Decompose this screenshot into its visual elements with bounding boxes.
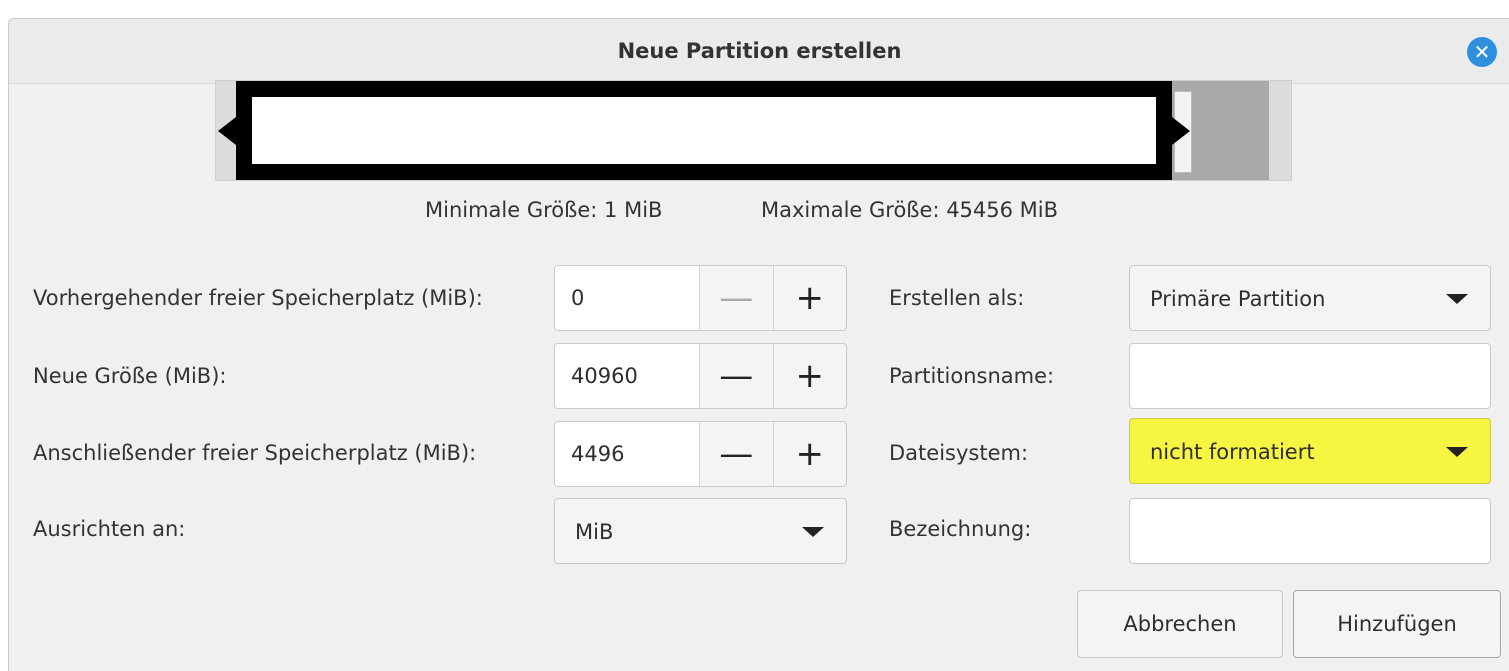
new-size-decrement-button[interactable]: — — [700, 344, 774, 408]
max-size-label: Maximale Größe: 45456 MiB — [761, 198, 1059, 222]
preceding-free-input[interactable]: 0 — [555, 266, 701, 330]
filesystem-label: Dateisystem: — [889, 441, 1029, 465]
label-field-label: Bezeichnung: — [889, 517, 1032, 541]
new-size-spinner[interactable]: 40960 — + — [554, 343, 847, 409]
partition-name-label: Partitionsname: — [889, 364, 1055, 388]
following-free-label: Anschließender freier Speicherplatz (MiB… — [33, 441, 477, 465]
following-free-spinner[interactable]: 4496 — + — [554, 421, 847, 487]
following-increment-button[interactable]: + — [774, 422, 846, 486]
partition-name-input[interactable] — [1129, 343, 1491, 409]
new-size-label: Neue Größe (MiB): — [33, 364, 227, 388]
min-size-label: Minimale Größe: 1 MiB — [425, 198, 663, 222]
filesystem-value: nicht formatiert — [1150, 440, 1315, 464]
add-button[interactable]: Hinzufügen — [1293, 590, 1501, 658]
chevron-down-icon — [802, 527, 824, 537]
preceding-decrement-button[interactable]: — — [700, 266, 774, 330]
preceding-free-spinner[interactable]: 0 — + — [554, 265, 847, 331]
partition-block[interactable] — [236, 81, 1172, 180]
create-as-value: Primäre Partition — [1150, 287, 1326, 311]
dialog-title: Neue Partition erstellen — [617, 39, 902, 63]
align-label: Ausrichten an: — [33, 517, 186, 541]
left-resize-handle[interactable] — [218, 117, 236, 145]
label-input[interactable] — [1129, 498, 1491, 564]
preceding-free-label: Vorhergehender freier Speicherplatz (MiB… — [33, 286, 483, 310]
cancel-button[interactable]: Abbrechen — [1077, 590, 1283, 658]
partition-fill — [252, 97, 1156, 164]
following-decrement-button[interactable]: — — [700, 422, 774, 486]
chevron-down-icon — [1446, 447, 1468, 457]
create-as-dropdown[interactable]: Primäre Partition — [1129, 265, 1491, 331]
close-icon[interactable]: ✕ — [1467, 37, 1497, 67]
create-as-label: Erstellen als: — [889, 286, 1025, 310]
preceding-increment-button[interactable]: + — [774, 266, 846, 330]
right-resize-handle[interactable] — [1172, 117, 1190, 145]
filesystem-dropdown[interactable]: nicht formatiert — [1129, 418, 1491, 484]
following-free-input[interactable]: 4496 — [555, 422, 701, 486]
partition-resizer[interactable] — [215, 80, 1292, 181]
new-size-input[interactable]: 40960 — [555, 344, 701, 408]
chevron-down-icon — [1446, 294, 1468, 304]
align-dropdown[interactable]: MiB — [554, 498, 847, 564]
new-size-increment-button[interactable]: + — [774, 344, 846, 408]
align-value: MiB — [575, 520, 614, 544]
title-bar: Neue Partition erstellen ✕ — [9, 19, 1509, 84]
